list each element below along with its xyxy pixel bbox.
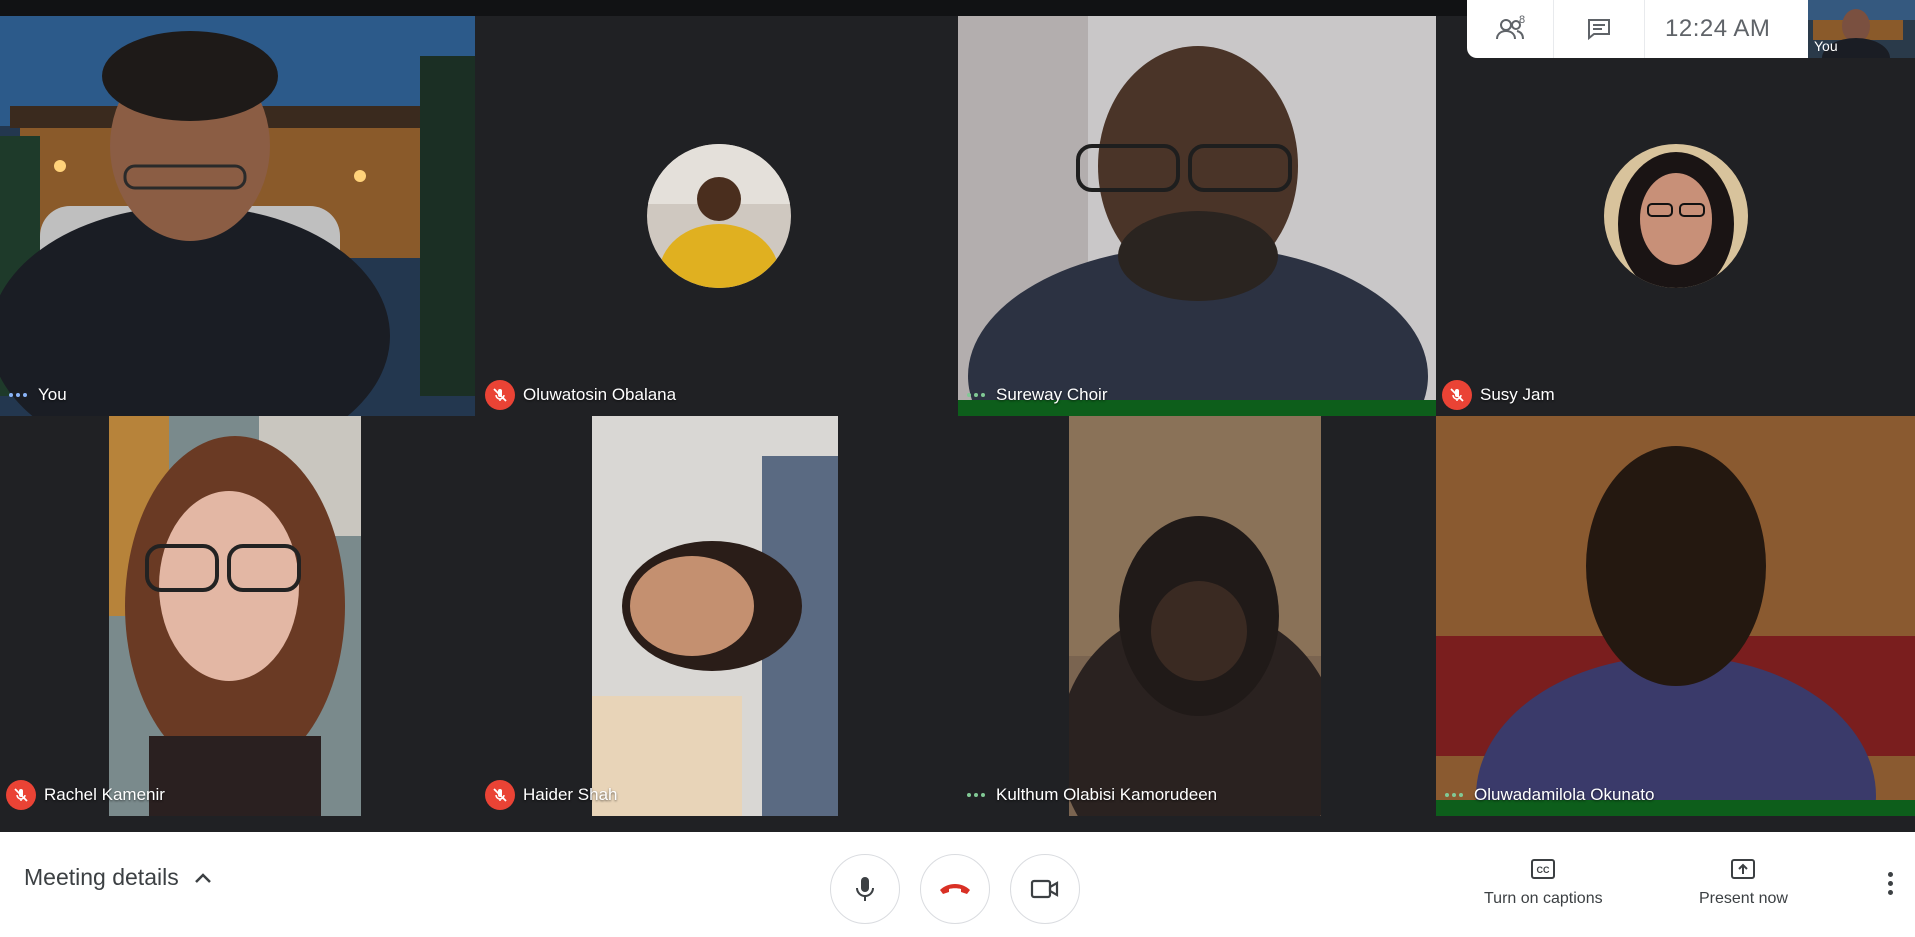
nameplate: Haider Shah <box>485 780 618 810</box>
avatar <box>646 144 791 288</box>
participant-tile-susy[interactable]: Susy Jam <box>1436 16 1915 416</box>
meeting-details-button[interactable]: Meeting details <box>24 864 213 891</box>
mic-off-icon <box>485 380 515 410</box>
participant-grid: You Oluwatosin Obalana Sureway Choir Sus… <box>0 16 1915 832</box>
video-feed <box>958 16 1437 416</box>
participant-tile-you[interactable]: You <box>0 16 479 416</box>
avatar <box>1603 144 1748 288</box>
svg-text:CC: CC <box>1537 865 1550 875</box>
nameplate: Susy Jam <box>1442 380 1555 410</box>
participant-name: Rachel Kamenir <box>44 785 165 804</box>
participant-tile-rachel[interactable]: Rachel Kamenir <box>0 416 479 816</box>
nameplate: You <box>6 382 67 408</box>
participant-count: 8 <box>1519 14 1526 26</box>
self-view-thumbnail[interactable]: You <box>1808 0 1915 58</box>
participant-tile-haider[interactable]: Haider Shah <box>479 416 958 816</box>
mic-off-icon <box>485 780 515 810</box>
participant-name: You <box>38 385 67 404</box>
mic-off-icon <box>1442 380 1472 410</box>
present-label: Present now <box>1699 890 1788 907</box>
participant-tile-oluwadamilola[interactable]: Oluwadamilola Okunato <box>1436 416 1915 816</box>
participant-name: Oluwadamilola Okunato <box>1474 785 1655 804</box>
nameplate: Sureway Choir <box>964 382 1108 408</box>
video-feed <box>592 416 838 816</box>
camera-icon <box>1030 879 1059 899</box>
video-feed <box>1069 416 1321 816</box>
video-feed <box>1436 416 1915 816</box>
speaking-indicator-icon <box>964 393 988 397</box>
participant-name: Haider Shah <box>523 785 618 804</box>
bottom-control-bar: Meeting details CC Turn on captions Pres… <box>0 832 1915 937</box>
chat-icon <box>1588 19 1610 41</box>
chat-button[interactable] <box>1553 0 1645 58</box>
participant-name: Oluwatosin Obalana <box>523 385 677 404</box>
speaking-indicator-icon <box>964 793 988 797</box>
present-screen-icon <box>1731 859 1756 879</box>
hang-up-icon <box>940 884 970 894</box>
speaking-indicator-icon <box>1442 793 1466 797</box>
camera-button[interactable] <box>1010 854 1080 924</box>
mic-off-icon <box>6 780 36 810</box>
participant-name: Susy Jam <box>1480 385 1555 404</box>
participant-tile-sureway[interactable]: Sureway Choir <box>958 16 1437 416</box>
closed-captions-icon: CC <box>1531 859 1556 879</box>
nameplate: Kulthum Olabisi Kamorudeen <box>964 782 1217 808</box>
mic-button[interactable] <box>830 854 900 924</box>
participant-name: Kulthum Olabisi Kamorudeen <box>996 785 1218 804</box>
meeting-details-label: Meeting details <box>24 864 179 890</box>
participant-tile-oluwatosin[interactable]: Oluwatosin Obalana <box>479 16 958 416</box>
participant-name: Sureway Choir <box>996 385 1108 404</box>
mic-icon <box>856 877 874 901</box>
speaking-indicator-icon <box>6 393 30 397</box>
chevron-up-icon <box>194 872 211 883</box>
captions-label: Turn on captions <box>1484 890 1603 907</box>
video-feed <box>109 416 361 816</box>
video-feed <box>0 16 475 416</box>
people-button[interactable]: 8 <box>1467 0 1553 58</box>
nameplate: Oluwatosin Obalana <box>485 380 677 410</box>
clock: 12:24 AM <box>1665 15 1771 42</box>
present-now-button[interactable]: Present now <box>1699 858 1788 908</box>
self-label: You <box>1814 38 1838 54</box>
more-options-icon[interactable] <box>1888 872 1893 895</box>
captions-button[interactable]: CC Turn on captions <box>1484 858 1603 908</box>
end-call-button[interactable] <box>920 854 990 924</box>
nameplate: Rachel Kamenir <box>6 780 165 810</box>
participant-tile-kulthum[interactable]: Kulthum Olabisi Kamorudeen <box>958 416 1437 816</box>
nameplate: Oluwadamilola Okunato <box>1442 782 1654 808</box>
